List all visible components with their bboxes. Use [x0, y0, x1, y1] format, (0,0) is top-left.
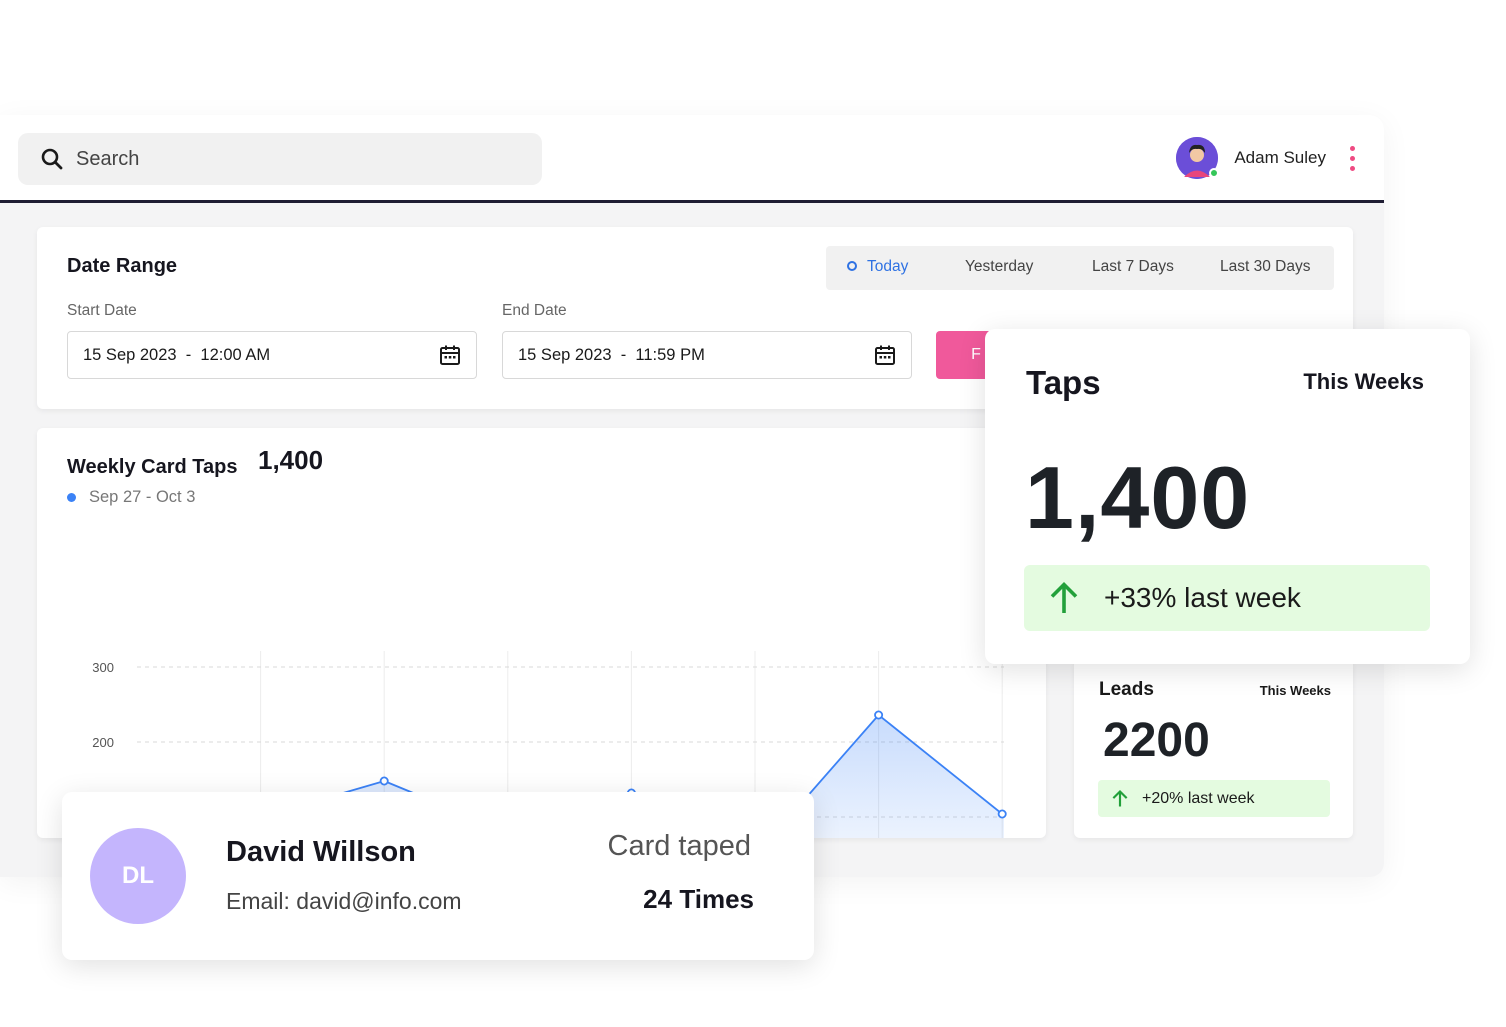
person-email: Email: david@info.com: [226, 888, 462, 914]
y-tick-label: 300: [92, 660, 114, 675]
start-date-label: Start Date: [67, 302, 137, 319]
leads-period: This Weeks: [1259, 683, 1331, 698]
taps-period: This Weeks: [1303, 369, 1424, 394]
leads-value: 2200: [1103, 714, 1210, 767]
calendar-icon[interactable]: [873, 343, 897, 367]
leads-delta-text: +20% last week: [1142, 789, 1255, 807]
top-bar: Search Adam Suley: [0, 115, 1384, 203]
line-chart: 300200100$0: [92, 651, 1007, 838]
leads-delta-badge: +20% last week: [1098, 780, 1330, 817]
taps-delta-text: +33% last week: [1104, 582, 1301, 613]
more-options-icon[interactable]: [1346, 145, 1358, 171]
tab-label: Today: [867, 258, 909, 275]
avatar[interactable]: [1176, 137, 1220, 179]
taps-summary-card: Taps This Weeks 1,400 +33% last week: [985, 329, 1470, 664]
arrow-up-icon: [1112, 789, 1128, 806]
end-date-field[interactable]: 15 Sep 2023 - 11:59 PM: [502, 331, 912, 379]
tab-last-30-days[interactable]: Last 30 Days: [1220, 258, 1310, 276]
search-placeholder: Search: [76, 147, 140, 170]
tap-activity-card: DL David Willson Email: david@info.com C…: [62, 792, 814, 960]
person-name: David Willson: [226, 836, 416, 868]
user-menu[interactable]: Adam Suley: [1176, 137, 1358, 179]
tap-label: Card taped: [607, 830, 752, 862]
tab-last-7-days[interactable]: Last 7 Days: [1092, 258, 1174, 276]
taps-value: 1,400: [1025, 448, 1251, 547]
taps-delta-badge: +33% last week: [1024, 565, 1430, 631]
leads-card: Leads This Weeks 2200 +20% last week: [1074, 655, 1353, 838]
avatar: DL: [90, 828, 186, 924]
start-date-field[interactable]: 15 Sep 2023 - 12:00 AM: [67, 331, 477, 379]
search-icon: [41, 148, 63, 170]
leads-title: Leads: [1099, 679, 1154, 700]
calendar-icon[interactable]: [438, 343, 462, 367]
start-date-value: 15 Sep 2023 - 12:00 AM: [83, 345, 271, 364]
end-date-value: 15 Sep 2023 - 11:59 PM: [518, 345, 705, 364]
user-name: Adam Suley: [1234, 148, 1326, 167]
y-tick-label: 200: [92, 735, 114, 750]
taps-title: Taps: [1026, 364, 1101, 401]
data-point: [379, 776, 389, 786]
tab-today[interactable]: Today: [847, 258, 908, 276]
weekly-taps-card: Weekly Card Taps 1,400 Sep 27 - Oct 3 30…: [37, 428, 1046, 838]
data-point: [874, 710, 884, 720]
tab-yesterday[interactable]: Yesterday: [965, 258, 1033, 276]
radio-icon: [847, 261, 857, 271]
range-tabs: Today Yesterday Last 7 Days Last 30 Days: [826, 246, 1334, 290]
arrow-up-icon: [1050, 581, 1078, 613]
search-input[interactable]: Search: [18, 133, 542, 185]
data-point: [997, 809, 1007, 819]
date-range-title: Date Range: [67, 255, 178, 277]
end-date-label: End Date: [502, 302, 567, 319]
tap-count: 24 Times: [643, 884, 754, 914]
